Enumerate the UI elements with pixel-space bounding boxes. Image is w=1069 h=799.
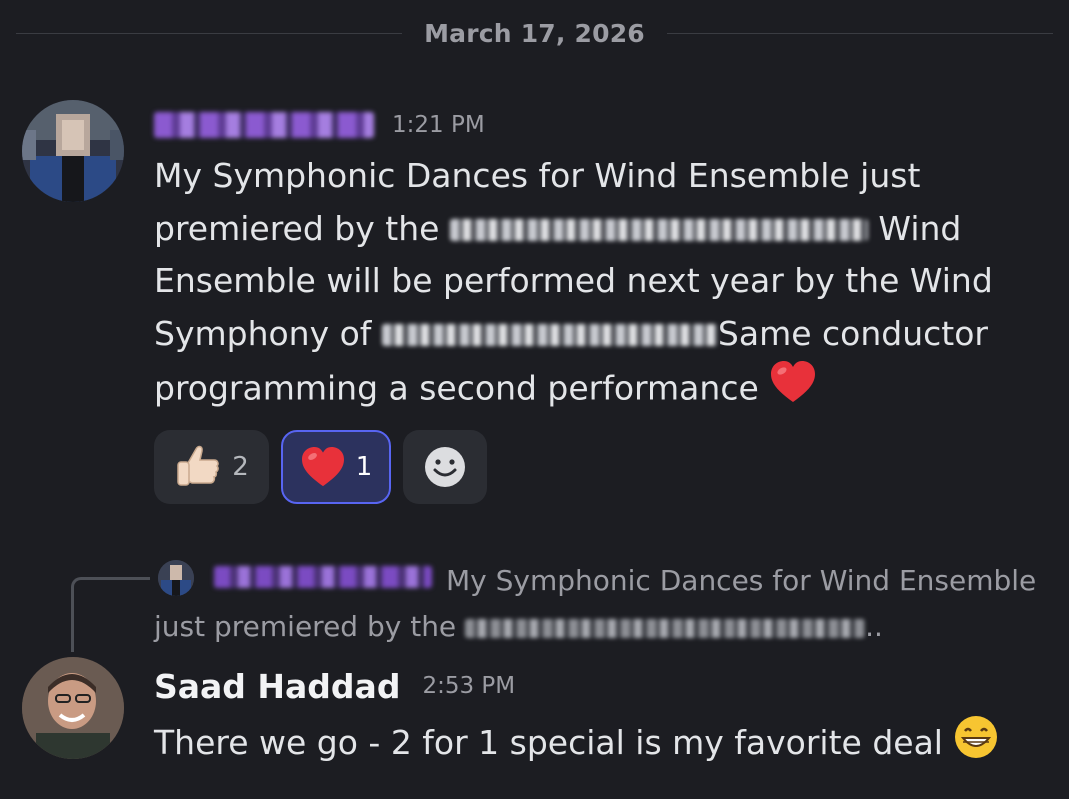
reactions-bar: 2 1 (154, 430, 487, 504)
redacted-text (449, 219, 868, 241)
message-header: Saad Haddad 2:53 PM (154, 664, 515, 708)
redacted-author-name[interactable] (154, 112, 374, 138)
avatar[interactable] (22, 100, 124, 202)
grinning-emoji-icon (953, 714, 999, 775)
message-text: There we go - 2 for 1 special is my favo… (154, 723, 943, 762)
redacted-text (465, 618, 866, 638)
heart-icon (301, 446, 344, 487)
message-content: My Symphonic Dances for Wind Ensemble ju… (154, 150, 1034, 420)
message-header: 1:21 PM (154, 106, 485, 144)
reply-connector (71, 577, 150, 652)
reaction-thumbs-up[interactable]: 2 (154, 430, 269, 504)
pixelated-avatar-image (22, 100, 124, 202)
message-timestamp: 1:21 PM (392, 112, 485, 138)
date-divider-label: March 17, 2026 (424, 18, 645, 48)
divider-line-right (666, 32, 1053, 34)
message-content: There we go - 2 for 1 special is my favo… (154, 714, 999, 775)
heart-emoji-icon (769, 360, 817, 420)
date-divider: March 17, 2026 (16, 14, 1053, 52)
message-timestamp: 2:53 PM (422, 673, 516, 699)
reaction-count: 2 (232, 452, 249, 482)
add-reaction-button[interactable] (403, 430, 487, 504)
author-name[interactable]: Saad Haddad (154, 667, 400, 706)
thumbs-up-icon (177, 445, 220, 486)
reaction-count: 1 (355, 452, 373, 482)
add-reaction-icon (425, 447, 465, 487)
reaction-heart[interactable]: 1 (281, 430, 391, 504)
redacted-text (381, 324, 718, 346)
user-avatar-image (22, 657, 124, 759)
reply-ellipsis: .. (865, 610, 883, 643)
reply-preview-text[interactable]: My Symphonic Dances for Wind Ensemble ju… (154, 558, 1054, 650)
avatar[interactable] (22, 657, 124, 759)
divider-line-left (16, 32, 403, 34)
